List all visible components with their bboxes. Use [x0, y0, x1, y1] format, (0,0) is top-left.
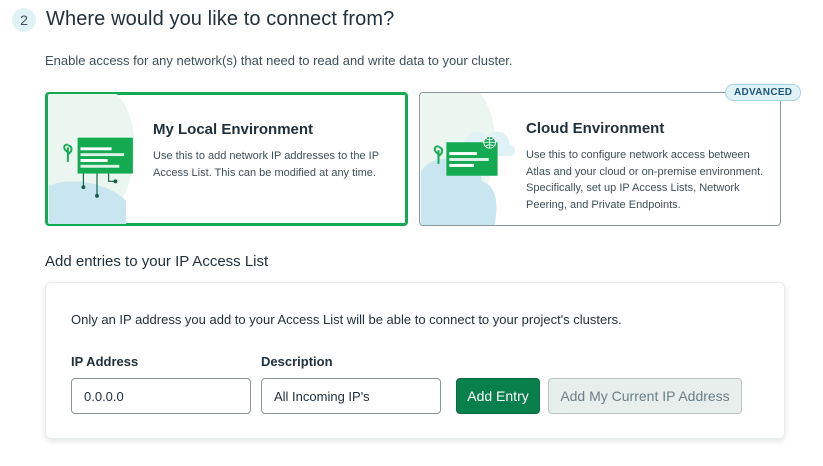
- connect-step: 2 Where would you like to connect from? …: [0, 0, 823, 466]
- local-environment-description: Use this to add network IP addresses to …: [153, 150, 379, 179]
- ip-address-label: IP Address: [71, 354, 139, 369]
- access-list-section-title: Add entries to your IP Access List: [45, 253, 269, 270]
- advanced-badge: ADVANCED: [725, 84, 802, 101]
- access-list-info-text: Only an IP address you add to your Acces…: [71, 312, 622, 327]
- cloud-environment-card[interactable]: Cloud Environment Use this to configure …: [419, 92, 781, 226]
- add-current-ip-button[interactable]: Add My Current IP Address: [548, 378, 742, 414]
- access-list-panel: Only an IP address you add to your Acces…: [45, 282, 785, 439]
- step-subtitle: Enable access for any network(s) that ne…: [45, 53, 513, 68]
- add-entry-button[interactable]: Add Entry: [456, 378, 540, 414]
- description-input[interactable]: [261, 378, 441, 414]
- local-environment-icon: [48, 94, 135, 224]
- local-environment-card[interactable]: My Local Environment Use this to add net…: [45, 92, 408, 226]
- cloud-environment-title: Cloud Environment: [526, 120, 665, 137]
- cloud-environment-icon: [420, 93, 515, 225]
- local-environment-title: My Local Environment: [153, 121, 314, 138]
- step-number-badge: 2: [12, 8, 36, 32]
- cloud-environment-description: Use this to configure network access bet…: [526, 149, 764, 211]
- step-title: Where would you like to connect from?: [46, 8, 395, 30]
- ip-address-input[interactable]: [71, 378, 251, 414]
- description-label: Description: [261, 354, 333, 369]
